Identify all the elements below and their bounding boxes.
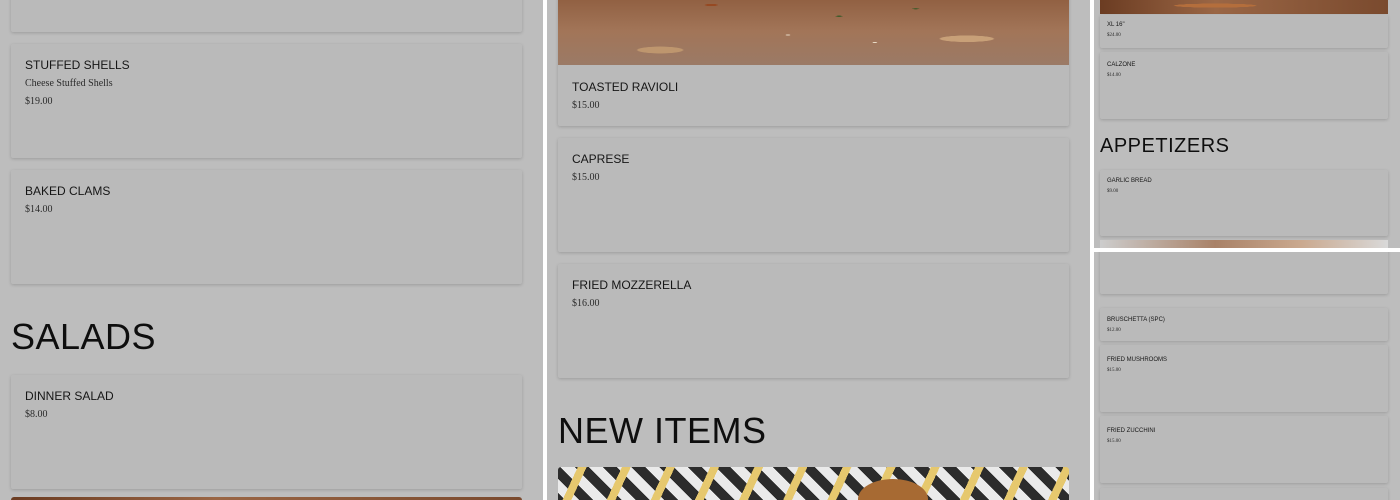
menu-item-name: Stuffed Shells <box>25 58 130 72</box>
menu-item-name: Baked Clams <box>25 184 111 198</box>
menu-item-price: $15.00 <box>572 100 600 111</box>
menu-item-name: Dinner Salad <box>25 389 114 403</box>
menu-item-name: Toasted Ravioli <box>572 80 679 94</box>
menu-item-name: Bruschetta (SPC) <box>1107 317 1165 323</box>
menu-item-card[interactable]: Garlic Bread $9.00 <box>1100 170 1388 236</box>
section-heading-new-items: NEW ITEMS <box>558 410 767 451</box>
menu-item-card[interactable]: Stuffed Shells Cheese Stuffed Shells $19… <box>11 44 522 158</box>
menu-panel-2: Toasted Ravioli $15.00 Caprese $15.00 Fr… <box>547 0 1090 500</box>
menu-item-price: $8.00 <box>25 409 48 420</box>
menu-item-price: $15.00 <box>572 172 600 183</box>
menu-panel-1: Stuffed Shells Cheese Stuffed Shells $19… <box>0 0 543 500</box>
menu-item-name: XL 16" <box>1107 22 1125 28</box>
menu-panel-3: XL 16" $24.00 Calzone $14.00 APPETIZERS … <box>1094 0 1400 248</box>
menu-item-card[interactable]: Dinner Salad $8.00 <box>11 375 522 489</box>
menu-item-price: $14.00 <box>25 204 53 215</box>
menu-item-name: Fried Mozzerella <box>572 278 692 292</box>
menu-item-card[interactable]: Fried Zucchini $15.00 <box>1100 416 1388 483</box>
menu-item-name: Caprese <box>572 152 630 166</box>
menu-item-price: $14.00 <box>1107 73 1121 78</box>
menu-item-price: $16.00 <box>572 298 600 309</box>
menu-item-card[interactable]: Toasted Ravioli $15.00 <box>558 0 1069 126</box>
menu-item-description: Cheese Stuffed Shells <box>25 78 113 89</box>
menu-item-name: Calzone <box>1107 62 1136 68</box>
toasted-ravioli-photo <box>558 0 1069 65</box>
menu-item-price: $9.00 <box>1107 189 1119 194</box>
menu-item-price: $15.00 <box>1107 439 1121 444</box>
menu-item-card[interactable]: Fried Mushrooms $15.00 <box>1100 345 1388 412</box>
menu-item-card[interactable]: Caprese $15.00 <box>558 138 1069 252</box>
new-item-photo <box>558 467 1069 500</box>
menu-item-card[interactable] <box>11 0 522 32</box>
menu-item-card[interactable]: Baked Clams $14.00 <box>11 170 522 284</box>
menu-item-card[interactable] <box>1100 252 1388 294</box>
menu-item-price: $19.00 <box>25 96 53 107</box>
menu-item-card[interactable] <box>1100 488 1388 500</box>
section-heading-appetizers: APPETIZERS <box>1100 135 1230 157</box>
menu-item-name: Fried Mushrooms <box>1107 357 1167 363</box>
section-heading-salads: SALADS <box>11 316 157 357</box>
menu-item-card[interactable]: Calzone $14.00 <box>1100 52 1388 119</box>
menu-item-price: $24.00 <box>1107 33 1121 38</box>
appetizer-photo <box>1100 240 1388 248</box>
menu-item-name: Garlic Bread <box>1107 178 1152 184</box>
menu-item-price: $12.00 <box>1107 328 1121 333</box>
menu-item-card[interactable]: Bruschetta (SPC) $12.00 <box>1100 308 1388 341</box>
menu-item-photo <box>1100 0 1388 14</box>
menu-item-price: $15.00 <box>1107 368 1121 373</box>
menu-item-name: Fried Zucchini <box>1107 428 1156 434</box>
menu-panel-4: Bruschetta (SPC) $12.00 Fried Mushrooms … <box>1094 252 1400 500</box>
menu-item-card[interactable]: XL 16" $24.00 <box>1100 15 1388 48</box>
menu-item-card[interactable]: Fried Mozzerella $16.00 <box>558 264 1069 378</box>
